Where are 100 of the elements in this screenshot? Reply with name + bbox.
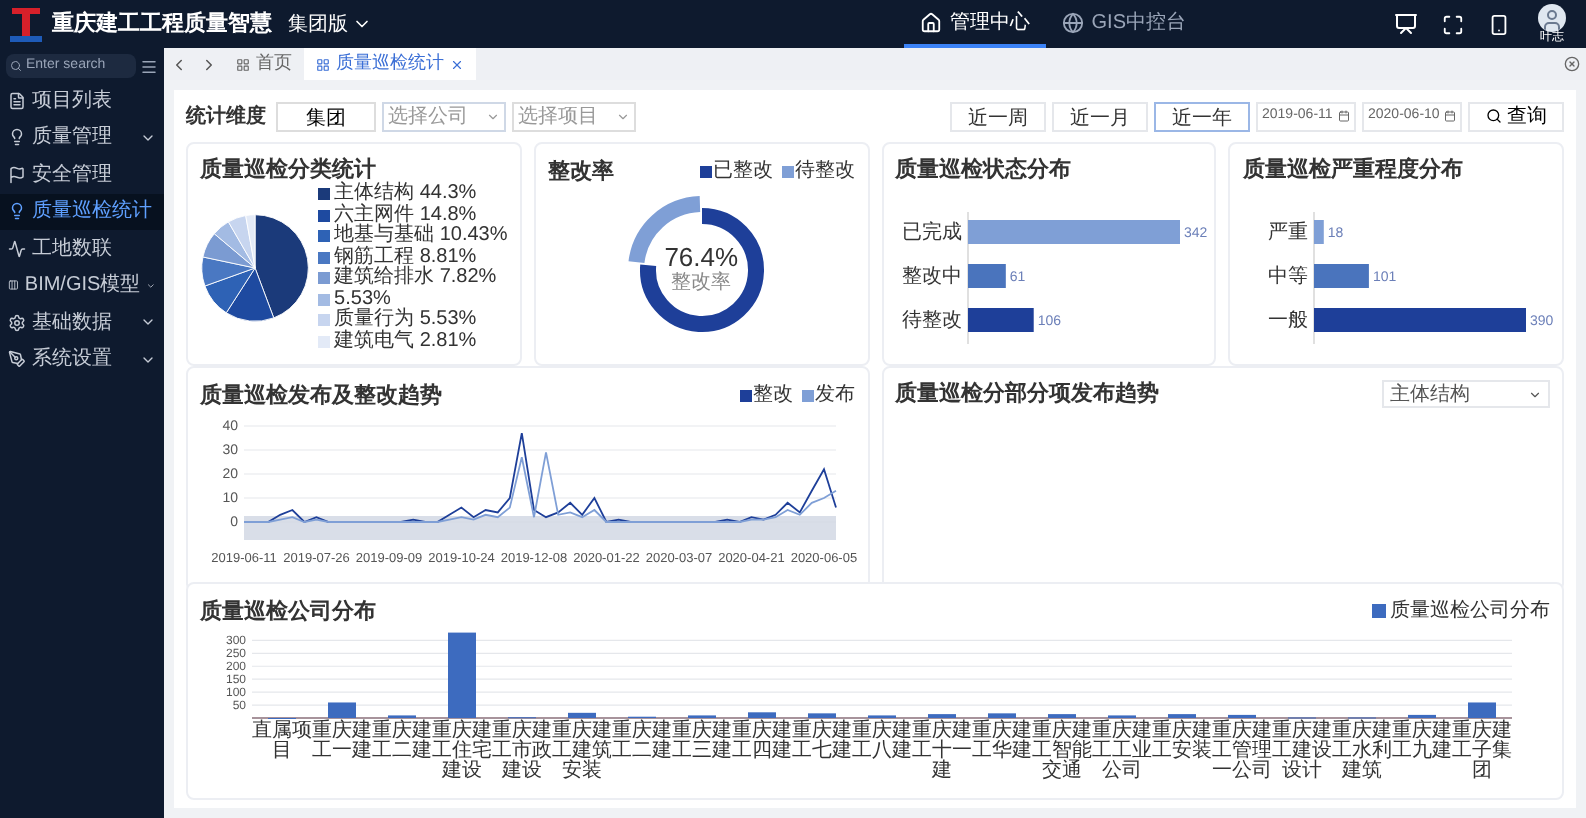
legend-label: 质量巡检公司分布: [1390, 597, 1550, 626]
legend-label: 已整改: [713, 158, 773, 186]
card-title: 整改率: [547, 157, 614, 185]
chevron-down-icon: [486, 109, 500, 123]
search-icon: [10, 60, 22, 72]
axis-label: 重庆建工二建: [372, 722, 432, 766]
axis-label: 直属项目: [252, 722, 312, 766]
axis-label: 重庆建工智能交通: [1032, 722, 1092, 782]
range-button[interactable]: 近一年: [1154, 101, 1250, 131]
gauge-reading: 76.4%: [664, 244, 739, 272]
home-icon: [919, 11, 942, 33]
axis-label: 重庆建工四建: [732, 722, 792, 766]
axis-label: 重庆建工住宅建设: [432, 722, 492, 782]
close-icon[interactable]: [1564, 56, 1580, 72]
calendar-icon: [1338, 110, 1350, 122]
menu-icon[interactable]: [140, 57, 158, 75]
axis-label: 重庆建工建筑安装: [552, 722, 612, 782]
scope-button[interactable]: 集团: [276, 101, 376, 131]
legend-label: 钢筋工程 8.81%: [334, 247, 477, 267]
axis-label: 待整改: [901, 310, 961, 332]
axis-label: 重庆建工三建: [672, 722, 732, 766]
menu-item-icon: [8, 202, 26, 221]
search-icon: [1485, 108, 1501, 124]
avatar[interactable]: [1538, 3, 1566, 31]
card-title: 质量巡检分类统计: [200, 156, 376, 182]
calendar-icon: [1444, 110, 1456, 122]
axis-label: 重庆建工一建: [312, 722, 372, 766]
sidebar-item[interactable]: 质量巡检统计: [0, 193, 164, 230]
menu-item-icon: [8, 128, 26, 147]
globe-icon: [1061, 11, 1084, 33]
axis-label: 已完成: [901, 222, 961, 244]
legend-label: 六主网件 14.8%: [334, 205, 477, 225]
menu-item-icon: [8, 276, 19, 295]
axis-label: 重庆建工七建: [792, 722, 852, 766]
menu-item-icon: [8, 165, 26, 184]
axis-label: 重庆建工九建: [1392, 722, 1452, 766]
page-tab[interactable]: 质量巡检统计: [304, 48, 476, 80]
legend-label: 待整改: [795, 157, 855, 186]
range-button[interactable]: 近一周: [950, 101, 1046, 131]
card-title: 质量巡检发布及整改趋势: [200, 381, 442, 409]
axis-label: 重庆建工二建: [612, 722, 672, 766]
bar: [967, 264, 1005, 288]
app-title: 重庆建工工程质量智慧: [52, 9, 272, 40]
axis-label: 重庆建工八建: [852, 722, 912, 766]
nav-tab[interactable]: GIS中控台: [1045, 0, 1202, 48]
axis-label: 重庆建工水利建筑: [1332, 722, 1392, 782]
axis-label: 重庆建工华建: [972, 722, 1032, 766]
version-dropdown[interactable]: 集团版: [288, 9, 372, 39]
axis-label: 重庆建工十一建: [912, 722, 972, 782]
close-icon[interactable]: [450, 57, 464, 71]
grid-icon: [316, 57, 330, 71]
legend-label: 建筑电气 2.81%: [334, 331, 477, 352]
axis-label: 重庆建工建设设计: [1272, 722, 1332, 782]
axis-label: 重庆建工市政建设: [492, 722, 552, 782]
legend-label: 发布: [815, 382, 855, 410]
sidebar-item[interactable]: 工地数联: [0, 230, 164, 267]
bar: [1314, 264, 1370, 288]
presentation-icon[interactable]: [1394, 12, 1418, 36]
legend-label: 地基与基础 10.43%: [334, 226, 508, 246]
axis-label: 重庆建工安装: [1152, 722, 1212, 766]
menu-item-icon: [8, 91, 26, 110]
chevron-left-icon[interactable]: [170, 55, 188, 73]
legend-label: 整改: [753, 382, 793, 410]
range-button[interactable]: 近一月: [1052, 101, 1148, 131]
legend-label: 质量行为 5.53%: [334, 310, 477, 330]
page-tab[interactable]: 首页: [224, 48, 304, 80]
menu-item-icon: [8, 350, 26, 369]
legend-label: 主体结构 44.3%: [334, 184, 477, 204]
axis-label: 重庆建工工业公司: [1092, 722, 1152, 782]
category-select[interactable]: 主体结构: [1382, 380, 1550, 408]
sidebar-item[interactable]: 系统设置: [0, 341, 164, 378]
legend-label: 建筑给排水 7.82%: [334, 268, 497, 289]
bar: [967, 308, 1033, 332]
card-title: 质量巡检分部分项发布趋势: [895, 380, 1159, 408]
sidebar-item[interactable]: BIM/GIS模型: [0, 267, 164, 304]
chevron-right-icon[interactable]: [200, 55, 218, 73]
sidebar-item[interactable]: 安全管理: [0, 156, 164, 193]
gauge-caption: 整改率: [671, 272, 732, 294]
axis-label: 整改中: [901, 266, 961, 288]
axis-label: 重庆建工管理一公司: [1212, 722, 1272, 782]
menu-item-icon: [8, 313, 26, 332]
sidebar-item[interactable]: 项目列表: [0, 82, 164, 119]
axis-label: 严重: [1268, 222, 1309, 244]
axis-label: 一般: [1268, 310, 1309, 332]
chevron-down-icon: [616, 109, 630, 123]
mobile-icon[interactable]: [1488, 13, 1510, 35]
bar: [1314, 220, 1325, 244]
card-title: 质量巡检公司分布: [200, 597, 376, 625]
axis-label: 重庆建工子集团: [1452, 722, 1512, 782]
sidebar-item[interactable]: 基础数据: [0, 304, 164, 341]
search-button[interactable]: 查询: [1468, 101, 1564, 131]
legend-label: 5.53%: [334, 289, 391, 309]
card-title: 质量巡检严重程度分布: [1242, 156, 1465, 184]
axis-label: 中等: [1268, 266, 1309, 288]
chevron-down-icon: [1528, 387, 1542, 401]
fullscreen-icon[interactable]: [1442, 13, 1464, 35]
card-title: 质量巡检状态分布: [895, 156, 1073, 184]
menu-item-icon: [8, 239, 26, 258]
filter-label: 统计维度: [186, 102, 266, 131]
sidebar-item[interactable]: 质量管理: [0, 119, 164, 156]
